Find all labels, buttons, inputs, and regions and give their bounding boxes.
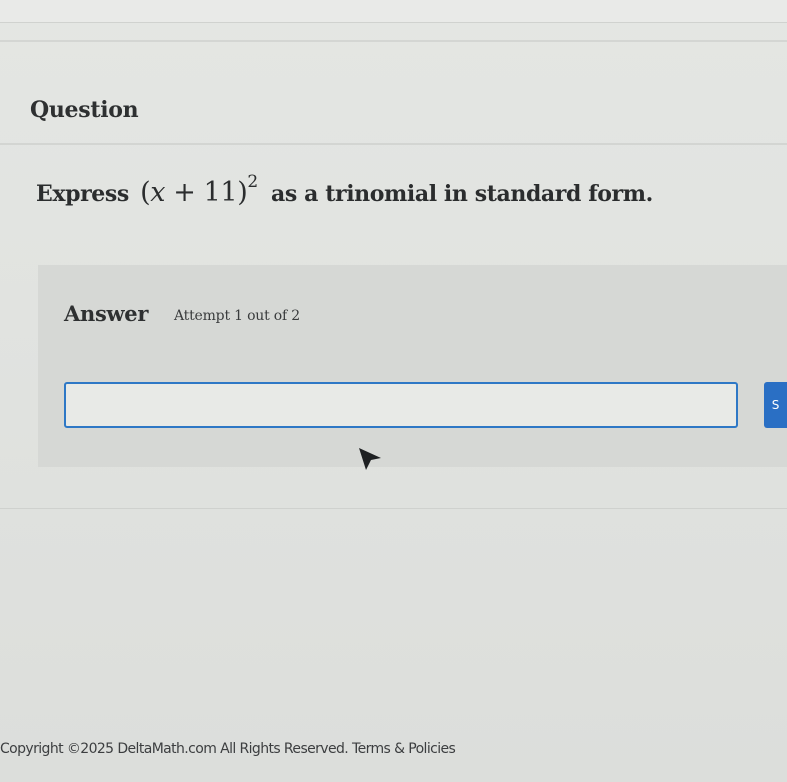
prompt-suffix: as a trinomial in standard form. [271,181,653,207]
mouse-pointer-icon [359,448,381,470]
math-expression: (x + 11)2 [140,172,258,208]
top-divider [0,40,787,42]
footer: Copyright ©2025 DeltaMath.com All Rights… [0,741,456,757]
copyright-text: Copyright ©2025 DeltaMath.com All Rights… [0,741,349,757]
answer-input[interactable] [64,382,738,428]
expression-variable: x [150,177,166,208]
expression-open-paren: ( [140,177,151,208]
terms-policies-link[interactable]: Terms & Policies [352,741,456,757]
answer-panel: Answer Attempt 1 out of 2 S [38,265,787,467]
expression-exponent: 2 [247,172,258,192]
content-divider [0,508,787,509]
answer-label: Answer [64,301,149,326]
expression-rest: + 11) [165,177,248,208]
submit-button[interactable]: S [764,382,787,428]
question-prompt: Express (x + 11)2 as a trinomial in stan… [36,172,653,208]
attempt-counter: Attempt 1 out of 2 [174,308,300,324]
prompt-prefix: Express [36,181,129,207]
heading-divider [0,143,787,145]
question-heading: Question [30,97,139,123]
top-bar [0,0,787,23]
